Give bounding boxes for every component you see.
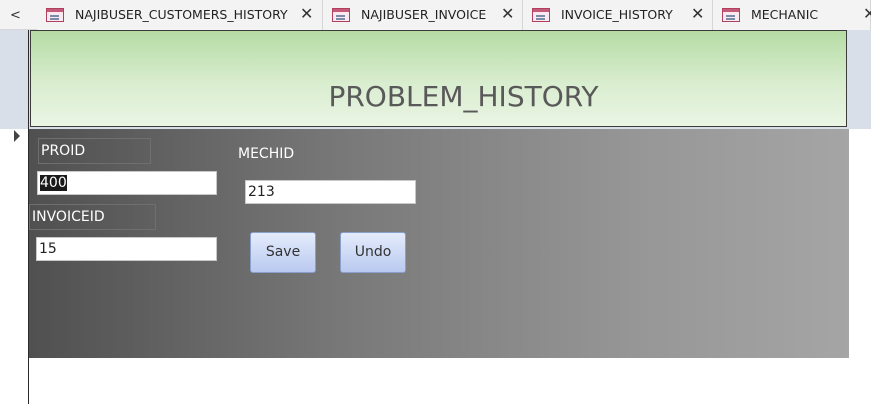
form-header-gutter (0, 30, 29, 129)
form-icon (332, 8, 350, 22)
record-selector[interactable] (0, 129, 28, 404)
form-icon (532, 8, 550, 22)
undo-button[interactable]: Undo (340, 232, 406, 273)
chevron-left-icon[interactable]: < (10, 6, 32, 26)
invoiceid-label: INVOICEID (29, 204, 156, 230)
proid-value: 400 (40, 175, 67, 191)
tab-label: NAJIBUSER_CUSTOMERS_HISTORY (75, 7, 288, 22)
invoiceid-field[interactable]: 15 (36, 237, 217, 261)
mechid-field[interactable]: 213 (245, 180, 416, 204)
tab-najibuser-invoice[interactable]: NAJIBUSER_INVOICE ✕ (323, 0, 523, 30)
close-icon[interactable]: ✕ (501, 5, 514, 23)
mechid-label: MECHID (238, 146, 295, 162)
tab-invoice-history[interactable]: INVOICE_HISTORY ✕ (523, 0, 713, 30)
header-right-margin (847, 30, 871, 129)
proid-label: PROID (38, 138, 151, 164)
close-icon[interactable]: ✕ (300, 5, 313, 23)
tab-label: MECHANIC (751, 7, 819, 22)
form-icon (46, 8, 64, 22)
close-icon[interactable]: ✕ (863, 5, 871, 23)
close-icon[interactable]: ✕ (691, 5, 704, 23)
tab-najibuser-customers-history[interactable]: NAJIBUSER_CUSTOMERS_HISTORY ✕ (37, 0, 323, 30)
form-header: PROBLEM_HISTORY (30, 30, 847, 127)
proid-field[interactable]: 400 (37, 171, 217, 195)
save-button[interactable]: Save (250, 232, 316, 273)
document-tab-strip: < NAJIBUSER_CUSTOMERS_HISTORY ✕ NAJIBUSE… (0, 0, 871, 30)
form-icon (722, 8, 740, 22)
tab-label: INVOICE_HISTORY (561, 7, 673, 22)
tab-mechanic[interactable]: MECHANIC ✕ (713, 0, 871, 30)
record-selector-arrow-icon (14, 130, 20, 142)
tab-label: NAJIBUSER_INVOICE (361, 7, 487, 22)
form-detail-section: PROID 400 INVOICEID 15 MECHID 213 Save U… (29, 129, 849, 358)
form-title: PROBLEM_HISTORY (328, 80, 599, 113)
